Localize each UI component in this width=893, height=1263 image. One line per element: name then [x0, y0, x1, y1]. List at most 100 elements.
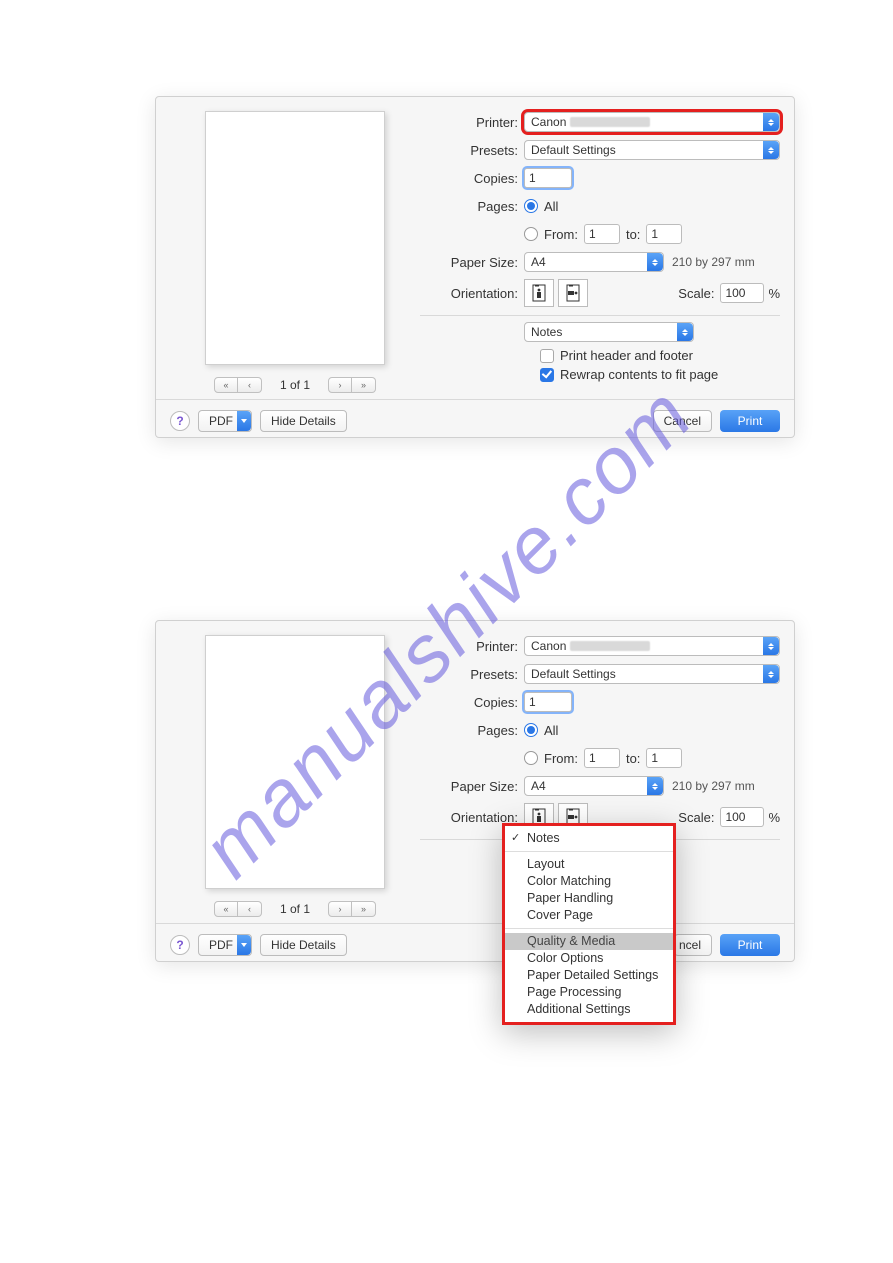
chevron-updown-icon — [677, 323, 693, 341]
menu-separator — [505, 851, 673, 852]
rewrap-checkbox[interactable] — [540, 368, 554, 382]
scale-field[interactable]: 100 — [720, 283, 764, 303]
menu-item-cover-page[interactable]: Cover Page — [505, 907, 673, 924]
rewrap-label: Rewrap contents to fit page — [560, 367, 718, 382]
printer-value-prefix: Canon — [531, 639, 566, 653]
printer-popup[interactable]: Canon — [524, 112, 780, 132]
orientation-landscape-button[interactable] — [558, 279, 588, 307]
portrait-icon — [532, 284, 546, 302]
printer-value-blur — [570, 641, 650, 651]
presets-label: Presets: — [420, 143, 518, 158]
scale-field[interactable]: 100 — [720, 807, 764, 827]
pages-label: Pages: — [420, 723, 518, 738]
page-preview — [205, 635, 385, 889]
scale-label: Scale: — [678, 286, 714, 301]
menu-item-layout[interactable]: Layout — [505, 856, 673, 873]
menu-item-color-options[interactable]: Color Options — [505, 950, 673, 967]
hide-details-button[interactable]: Hide Details — [260, 410, 347, 432]
printer-value-blur — [570, 117, 650, 127]
pages-all-label: All — [544, 199, 558, 214]
copies-field[interactable]: 1 — [524, 692, 572, 712]
page-counter: 1 of 1 — [280, 902, 310, 916]
pages-all-radio[interactable] — [524, 199, 538, 213]
presets-popup[interactable]: Default Settings — [524, 140, 780, 160]
printer-popup[interactable]: Canon — [524, 636, 780, 656]
pages-from-label: From: — [544, 227, 578, 242]
printer-label: Printer: — [420, 115, 518, 130]
copies-label: Copies: — [420, 695, 518, 710]
cancel-button-partial[interactable]: ncel — [674, 934, 712, 956]
pdf-button[interactable]: PDF — [198, 410, 252, 432]
pages-to-label: to: — [626, 227, 640, 242]
pages-to-label: to: — [626, 751, 640, 766]
menu-item-paper-handling[interactable]: Paper Handling — [505, 890, 673, 907]
help-button[interactable]: ? — [170, 411, 190, 431]
paper-dim: 210 by 297 mm — [672, 779, 755, 793]
page-to-field[interactable]: 1 — [646, 224, 682, 244]
chevron-updown-icon — [647, 777, 663, 795]
hide-details-button[interactable]: Hide Details — [260, 934, 347, 956]
pages-from-radio[interactable] — [524, 751, 538, 765]
page-preview — [205, 111, 385, 365]
page-from-field[interactable]: 1 — [584, 224, 620, 244]
orientation-portrait-button[interactable] — [524, 279, 554, 307]
menu-item-color-matching[interactable]: Color Matching — [505, 873, 673, 890]
menu-item-quality-media[interactable]: Quality & Media — [505, 933, 673, 950]
paper-size-popup[interactable]: A4 — [524, 776, 664, 796]
pager-prev-icon[interactable]: ‹ — [238, 901, 262, 917]
pager-last-icon[interactable]: » — [352, 901, 376, 917]
chevron-down-icon — [237, 411, 251, 431]
copies-label: Copies: — [420, 171, 518, 186]
paper-size-label: Paper Size: — [420, 779, 518, 794]
pager-prev-icon[interactable]: ‹ — [238, 377, 262, 393]
section-menu[interactable]: Notes Layout Color Matching Paper Handli… — [502, 823, 676, 1025]
menu-item-paper-detailed[interactable]: Paper Detailed Settings — [505, 967, 673, 984]
chevron-updown-icon — [763, 141, 779, 159]
menu-item-page-processing[interactable]: Page Processing — [505, 984, 673, 1001]
pager-first-icon[interactable]: « — [214, 377, 238, 393]
chevron-down-icon — [237, 935, 251, 955]
print-button[interactable]: Print — [720, 410, 780, 432]
pdf-button[interactable]: PDF — [198, 934, 252, 956]
chevron-updown-icon — [763, 637, 779, 655]
chevron-updown-icon — [763, 665, 779, 683]
paper-dim: 210 by 297 mm — [672, 255, 755, 269]
print-dialog-1: « ‹ 1 of 1 › » Printer: Canon — [155, 96, 795, 438]
pager-last-icon[interactable]: » — [352, 377, 376, 393]
pages-from-radio[interactable] — [524, 227, 538, 241]
landscape-icon — [566, 284, 580, 302]
pages-label: Pages: — [420, 199, 518, 214]
help-button[interactable]: ? — [170, 935, 190, 955]
pages-all-label: All — [544, 723, 558, 738]
paper-size-popup[interactable]: A4 — [524, 252, 664, 272]
percent-sign: % — [768, 286, 780, 301]
print-dialog-2: « ‹ 1 of 1 › » Printer: Canon — [155, 620, 795, 962]
scale-label: Scale: — [678, 810, 714, 825]
pages-all-radio[interactable] — [524, 723, 538, 737]
presets-label: Presets: — [420, 667, 518, 682]
paper-size-label: Paper Size: — [420, 255, 518, 270]
print-header-footer-checkbox[interactable] — [540, 349, 554, 363]
percent-sign: % — [768, 810, 780, 825]
pager-next-icon[interactable]: › — [328, 377, 352, 393]
chevron-updown-icon — [763, 113, 779, 131]
menu-item-notes[interactable]: Notes — [505, 830, 673, 847]
chevron-updown-icon — [647, 253, 663, 271]
print-header-footer-label: Print header and footer — [560, 348, 693, 363]
copies-field[interactable]: 1 — [524, 168, 572, 188]
page-counter: 1 of 1 — [280, 378, 310, 392]
menu-item-additional-settings[interactable]: Additional Settings — [505, 1001, 673, 1018]
menu-separator — [505, 928, 673, 929]
page-from-field[interactable]: 1 — [584, 748, 620, 768]
pages-from-label: From: — [544, 751, 578, 766]
section-popup[interactable]: Notes — [524, 322, 694, 342]
orientation-label: Orientation: — [420, 286, 518, 301]
pager-next-icon[interactable]: › — [328, 901, 352, 917]
printer-label: Printer: — [420, 639, 518, 654]
cancel-button[interactable]: Cancel — [653, 410, 712, 432]
pager-first-icon[interactable]: « — [214, 901, 238, 917]
print-button[interactable]: Print — [720, 934, 780, 956]
page-to-field[interactable]: 1 — [646, 748, 682, 768]
presets-popup[interactable]: Default Settings — [524, 664, 780, 684]
printer-value-prefix: Canon — [531, 115, 566, 129]
